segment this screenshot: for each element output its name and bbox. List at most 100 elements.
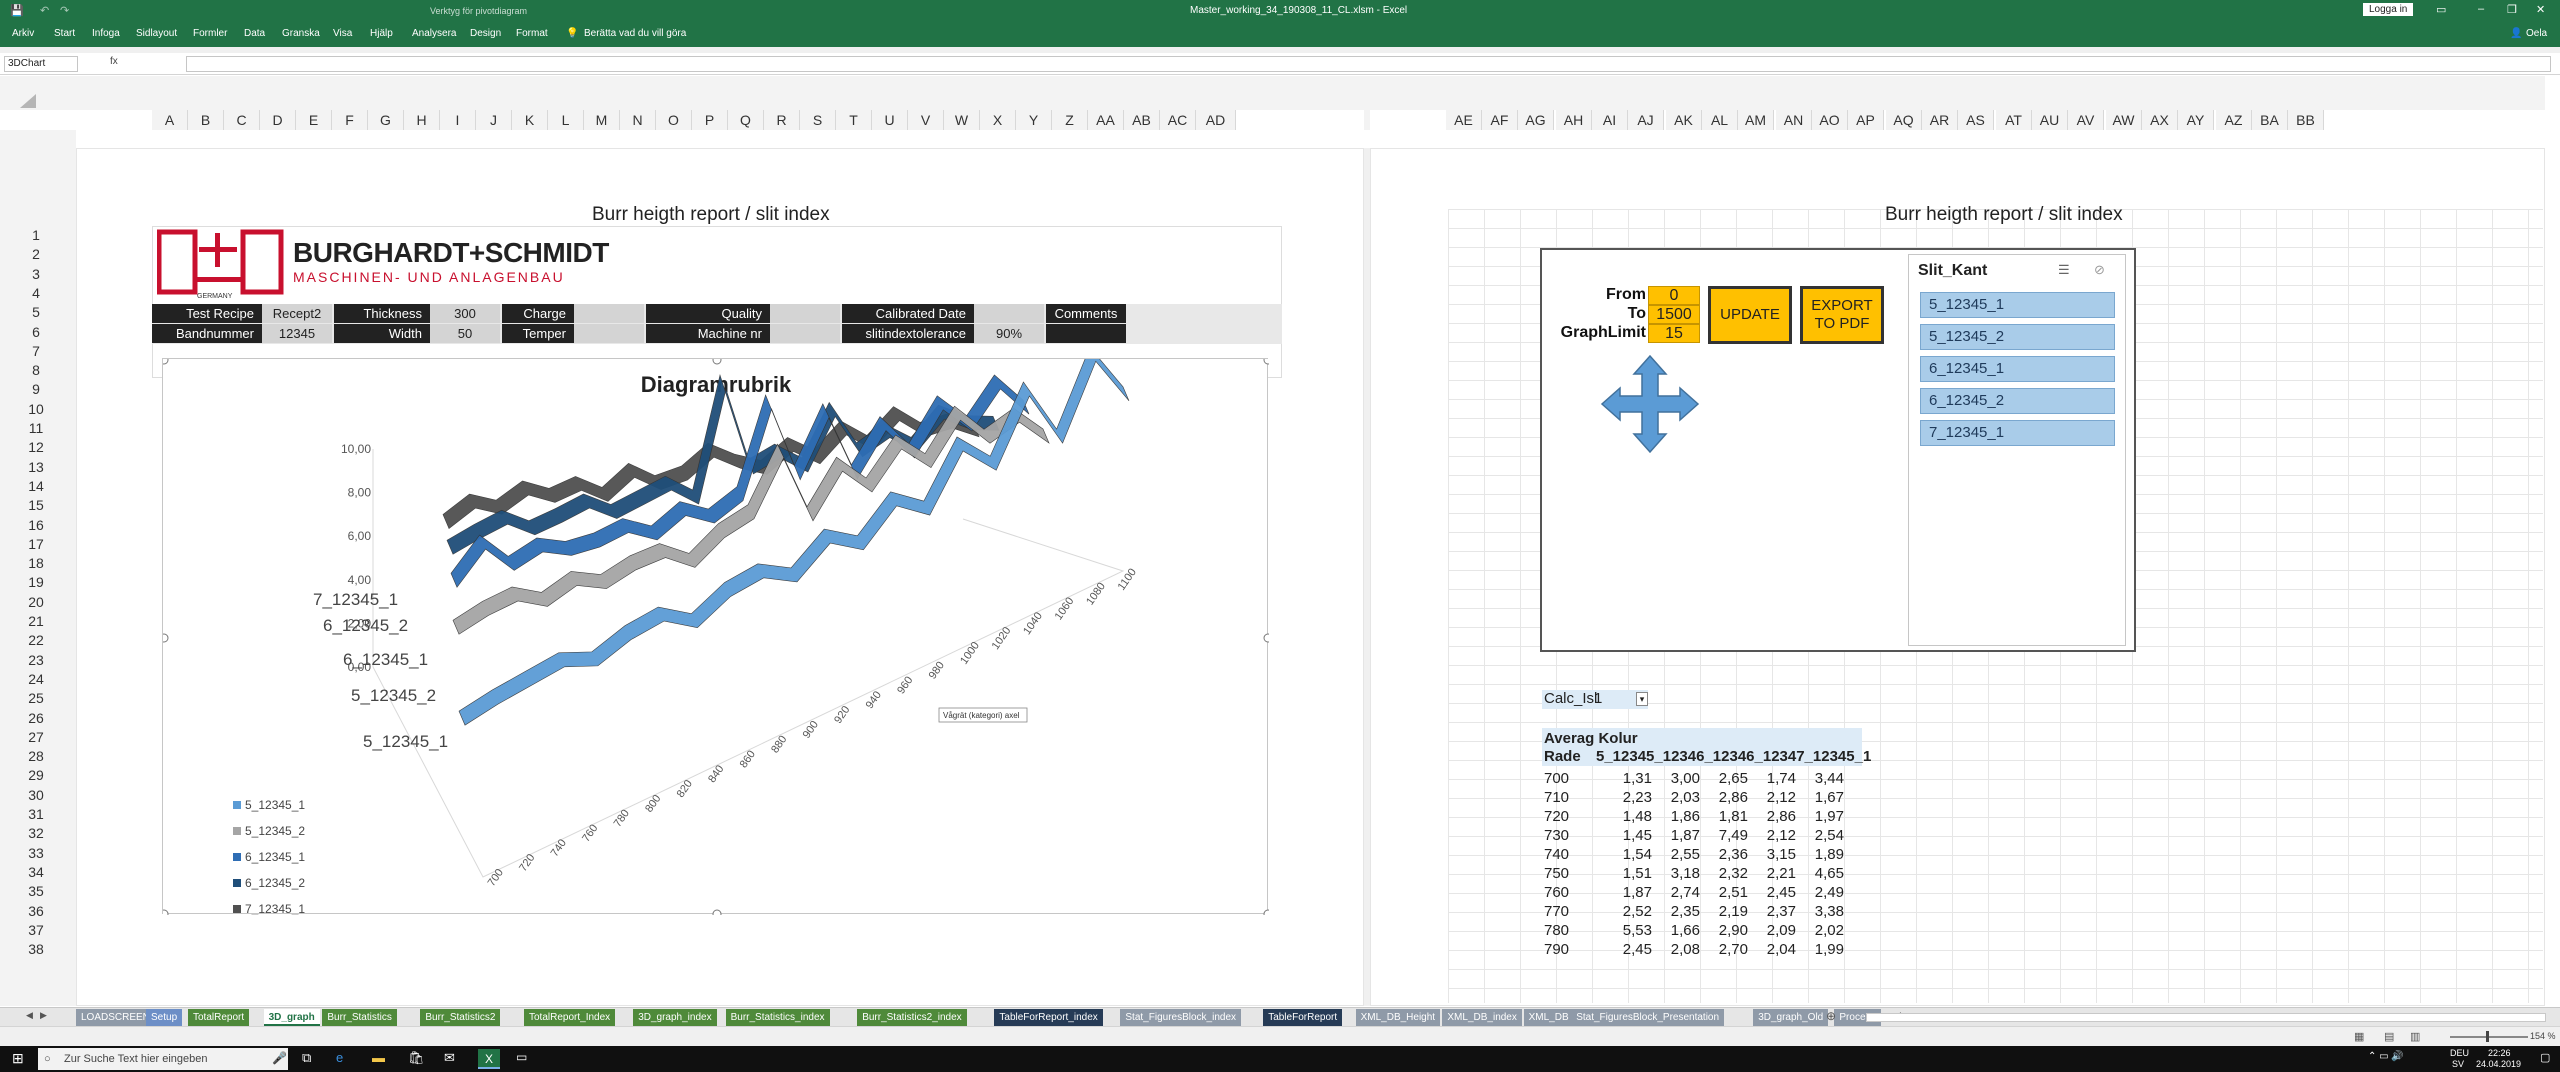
sheet-tab[interactable]: TotalReport [188,1009,250,1026]
row-header[interactable]: 30 [12,786,60,805]
column-header[interactable]: AL [1702,110,1738,130]
tab-sidlayout[interactable]: Sidlayout [136,28,177,39]
tab-formler[interactable]: Formler [193,28,227,39]
column-header[interactable]: P [692,110,728,130]
row-header[interactable]: 9 [12,380,60,399]
row-header[interactable]: 35 [12,882,60,901]
column-header[interactable]: AB [1124,110,1160,130]
formula-input[interactable] [186,56,2551,72]
column-header[interactable]: AS [1958,110,1994,130]
sheet-tab[interactable]: 3D_graph_Old [1753,1009,1829,1026]
to-input[interactable]: 1500 [1648,305,1700,324]
tell-me-box[interactable]: Berätta vad du vill göra [584,28,686,39]
edge-icon[interactable]: e [336,1050,343,1065]
row-header[interactable]: 16 [12,516,60,535]
column-header[interactable]: BB [2288,110,2324,130]
tab-scroll-right-icon[interactable]: ▶ [40,1010,47,1021]
slicer-item[interactable]: 5_12345_2 [1920,324,2115,350]
multi-select-icon[interactable]: ☰ [2058,262,2070,278]
zoom-level[interactable]: 154 % [2530,1031,2556,1041]
column-header[interactable]: Q [728,110,764,130]
function-icon[interactable]: fx [110,56,118,67]
horizontal-scrollbar[interactable] [1866,1013,2546,1022]
row-header[interactable]: 14 [12,477,60,496]
sheet-tab[interactable]: Burr_Statistics_index [725,1009,830,1026]
sheet-tab[interactable]: TableForReport [1263,1009,1343,1026]
column-header[interactable]: AK [1666,110,1702,130]
row-header[interactable]: 25 [12,689,60,708]
row-header[interactable]: 37 [12,921,60,940]
mail-icon[interactable]: ✉ [444,1050,455,1066]
row-header[interactable]: 29 [12,766,60,785]
tab-format[interactable]: Format [516,28,548,39]
filter-dropdown-icon[interactable]: ▾ [1636,692,1648,706]
row-header[interactable]: 5 [12,303,60,322]
column-header[interactable]: N [620,110,656,130]
sheet-tab[interactable]: Setup [146,1009,183,1026]
row-header[interactable]: 27 [12,728,60,747]
column-header[interactable]: AW [2106,110,2142,130]
zoom-slider-thumb[interactable] [2486,1031,2489,1042]
update-button[interactable]: UPDATE [1708,286,1792,344]
row-header[interactable]: 7 [12,342,60,361]
row-header[interactable]: 32 [12,824,60,843]
column-header[interactable]: O [656,110,692,130]
row-header[interactable]: 12 [12,438,60,457]
tab-granska[interactable]: Granska [282,28,320,39]
column-header[interactable]: AN [1776,110,1812,130]
row-header[interactable]: 15 [12,496,60,515]
tray-icons[interactable]: ⌃ ▭ 🔊 [2368,1051,2404,1062]
column-header[interactable]: AM [1738,110,1774,130]
ribbon-display-icon[interactable]: ▭ [2436,3,2446,16]
row-header[interactable]: 28 [12,747,60,766]
row-header[interactable]: 17 [12,535,60,554]
clear-filter-icon[interactable]: ⊘ [2094,262,2105,278]
column-header[interactable]: B [188,110,224,130]
slicer-item[interactable]: 6_12345_2 [1920,388,2115,414]
column-header[interactable]: K [512,110,548,130]
column-header[interactable]: V [908,110,944,130]
sheet-tab[interactable]: XML_DB [1523,1009,1574,1026]
login-button[interactable]: Logga in [2363,3,2414,16]
slicer-item[interactable]: 7_12345_1 [1920,420,2115,446]
column-header[interactable]: AO [1812,110,1848,130]
3d-chart[interactable]: Diagramrubrik 10,00 8,00 6,00 4,00 2,00 0,00 70… [159,346,1273,919]
column-header[interactable]: D [260,110,296,130]
sheet-tab[interactable]: Stat_FiguresBlock_Presentation [1571,1009,1725,1026]
column-header[interactable]: T [836,110,872,130]
column-header[interactable]: AU [2032,110,2068,130]
slicer-item[interactable]: 5_12345_1 [1920,292,2115,318]
row-header[interactable]: 33 [12,844,60,863]
region-indicator[interactable]: SV [2452,1059,2464,1069]
sheet-tab[interactable]: LOADSCREEN [76,1009,155,1026]
sheet-tab[interactable]: TotalReport_Index [524,1009,616,1026]
sheet-tab[interactable]: Stat_FiguresBlock_index [1120,1009,1242,1026]
column-header[interactable]: AI [1592,110,1628,130]
share-icon[interactable]: 👤 [2510,28,2522,39]
sheet-tab[interactable]: Burr_Statistics2_index [857,1009,967,1026]
add-sheet-icon[interactable]: ⊕ [1826,1009,1836,1023]
row-header[interactable]: 26 [12,709,60,728]
column-header[interactable]: F [332,110,368,130]
sheet-tab[interactable]: TableForReport_index [994,1009,1103,1026]
column-header[interactable]: Y [1016,110,1052,130]
column-header[interactable]: AH [1556,110,1592,130]
row-header[interactable]: 1 [12,226,60,245]
column-header[interactable]: Z [1052,110,1088,130]
clock-date[interactable]: 24.04.2019 [2476,1059,2521,1069]
tab-hjalp[interactable]: Hjälp [370,28,393,39]
column-header[interactable]: M [584,110,620,130]
row-header[interactable]: 3 [12,265,60,284]
column-header[interactable]: AG [1518,110,1554,130]
windows-start-icon[interactable]: ⊞ [12,1050,24,1067]
column-header[interactable]: AA [1088,110,1124,130]
column-header[interactable]: L [548,110,584,130]
row-header[interactable]: 11 [12,419,60,438]
page-break-icon[interactable]: ▥ [2410,1030,2420,1043]
sheet-tab[interactable]: 3D_graph [263,1009,320,1026]
normal-view-icon[interactable]: ▦ [2354,1030,2364,1043]
column-header[interactable]: H [404,110,440,130]
sheet-tab[interactable]: 3D_graph_index [633,1009,717,1026]
explorer-icon[interactable]: ▬ [372,1050,385,1065]
sheet-tab[interactable]: Burr_Statistics [322,1009,397,1026]
